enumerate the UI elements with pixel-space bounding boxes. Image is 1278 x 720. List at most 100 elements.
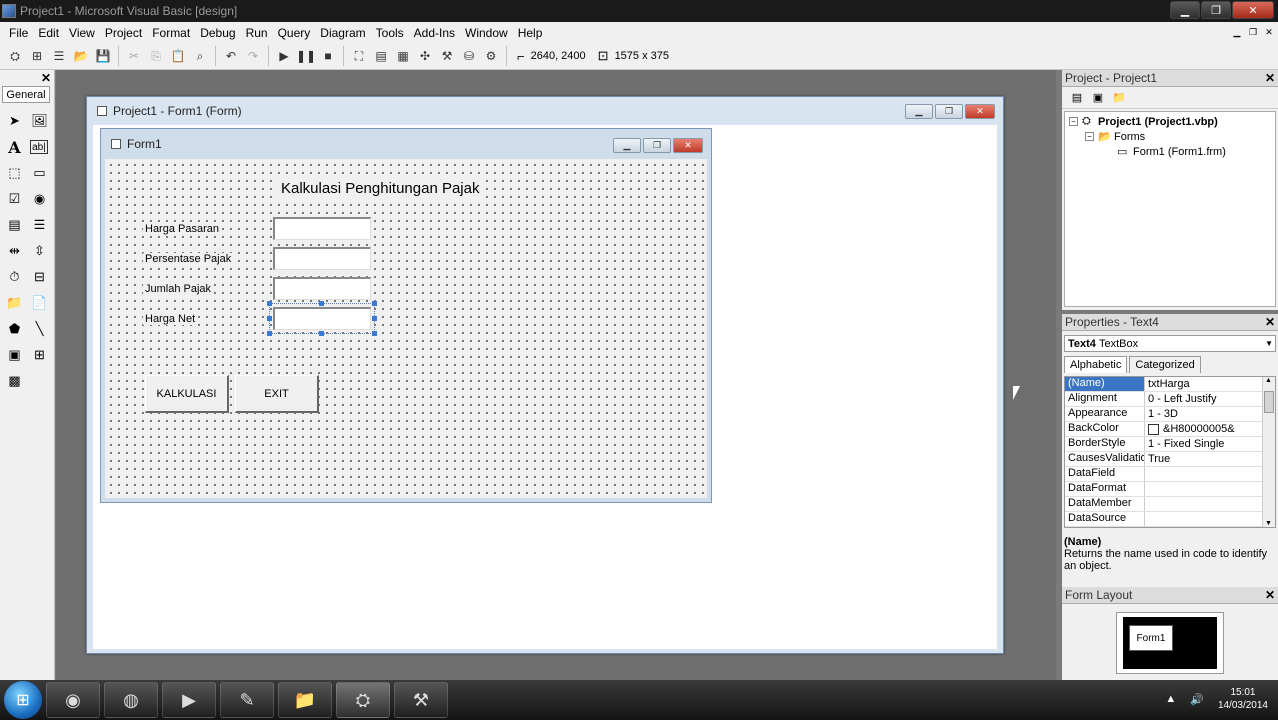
data-view-icon[interactable]: ⛁ [459,46,479,66]
property-row[interactable]: DataMember [1065,497,1275,512]
textbox-harga-net[interactable] [269,303,375,334]
break-icon[interactable]: ❚❚ [296,46,316,66]
undo-icon[interactable]: ↶ [221,46,241,66]
form1-minimize-button[interactable]: ▁ [613,138,641,153]
tab-alphabetic[interactable]: Alphabetic [1064,356,1128,373]
tool-icon[interactable]: ⚒ [394,682,448,718]
save-project-icon[interactable]: 💾 [93,46,113,66]
tab-categorized[interactable]: Categorized [1129,356,1201,373]
tree-node-project[interactable]: − ⛭ Project1 (Project1.vbp) [1065,114,1275,129]
designer-maximize-button[interactable]: ❐ [935,104,963,119]
media-player-icon[interactable]: ▶ [162,682,216,718]
property-row[interactable]: BorderStyle 1 - Fixed Single [1065,437,1275,452]
scroll-thumb[interactable] [1264,391,1274,413]
designer-close-button[interactable]: ✕ [965,104,995,119]
file-explorer-icon[interactable]: 📁 [278,682,332,718]
timer-tool-icon[interactable]: ⏱ [2,264,27,290]
hscrollbar-tool-icon[interactable]: ⇹ [2,238,27,264]
notepad-icon[interactable]: ✎ [220,682,274,718]
collapse-icon[interactable]: − [1085,132,1094,141]
view-object-icon[interactable]: ▣ [1089,90,1107,106]
dropdown-arrow-icon[interactable]: ▼ [1265,339,1273,348]
label-harga-net[interactable]: Harga Net [143,313,198,325]
textbox-tool-icon[interactable]: ab| [30,140,48,154]
property-row[interactable]: Appearance 1 - 3D [1065,407,1275,422]
frame-tool-icon[interactable]: ⬚ [2,160,27,186]
dirlistbox-tool-icon[interactable]: 📁 [2,290,27,316]
minimize-button[interactable]: ▁ [1170,1,1200,19]
form1-maximize-button[interactable]: ❐ [643,138,671,153]
form-position-preview[interactable]: Form1 [1129,625,1173,651]
collapse-icon[interactable]: − [1069,117,1078,126]
property-row[interactable]: (Name) txtHarga [1065,377,1275,392]
mdi-close-icon[interactable]: ✕ [1262,25,1276,39]
paste-icon[interactable]: 📋 [168,46,188,66]
add-form-icon[interactable]: ⊞ [27,46,47,66]
optionbutton-tool-icon[interactable]: ◉ [27,186,52,212]
menu-window[interactable]: Window [460,26,513,40]
property-row[interactable]: DataFormat [1065,482,1275,497]
firefox-icon[interactable]: ◉ [46,682,100,718]
properties-panel-close-icon[interactable]: ✕ [1265,315,1275,329]
exit-button[interactable]: EXIT [235,375,319,413]
filelistbox-tool-icon[interactable]: 📄 [27,290,52,316]
mdi-restore-icon[interactable]: ❐ [1246,25,1260,39]
start-icon[interactable]: ▶ [274,46,294,66]
resize-handle[interactable] [267,301,272,306]
end-icon[interactable]: ■ [318,46,338,66]
add-project-icon[interactable]: ⛭ [5,46,25,66]
property-row[interactable]: CausesValidation True [1065,452,1275,467]
open-project-icon[interactable]: 📂 [71,46,91,66]
menu-diagram[interactable]: Diagram [315,26,370,40]
volume-icon[interactable]: 🔊 [1190,693,1204,706]
show-hidden-icons-icon[interactable]: ▲ [1165,693,1176,705]
property-row[interactable]: DataSource [1065,512,1275,527]
image-tool-icon[interactable]: ▣ [2,342,27,368]
form1-close-button[interactable]: ✕ [673,138,703,153]
menu-view[interactable]: View [64,26,100,40]
properties-window-icon[interactable]: ▤ [371,46,391,66]
property-row[interactable]: BackColor &H80000005& [1065,422,1275,437]
resize-handle[interactable] [372,301,377,306]
kalkulasi-button[interactable]: KALKULASI [145,375,229,413]
form1-design-surface[interactable]: Kalkulasi Penghitungan Pajak Harga Pasar… [105,159,707,498]
checkbox-tool-icon[interactable]: ☑ [2,186,27,212]
close-button[interactable]: ✕ [1232,1,1274,19]
property-grid-scrollbar[interactable]: ▲ ▼ [1262,377,1275,527]
tree-node-forms[interactable]: − 📂 Forms [1065,129,1275,144]
menu-debug[interactable]: Debug [195,26,240,40]
toolbox-icon[interactable]: ⚒ [437,46,457,66]
resize-handle[interactable] [319,301,324,306]
resize-handle[interactable] [372,316,377,321]
project-panel-close-icon[interactable]: ✕ [1265,71,1275,85]
vscrollbar-tool-icon[interactable]: ⇳ [27,238,52,264]
textbox-jumlah-pajak[interactable] [273,277,371,300]
toolbox-close-icon[interactable]: ✕ [41,71,51,85]
menu-file[interactable]: File [4,26,33,40]
menu-editor-icon[interactable]: ☰ [49,46,69,66]
menu-project[interactable]: Project [100,26,147,40]
project-explorer-icon[interactable]: ⛶ [349,46,369,66]
property-row[interactable]: Alignment 0 - Left Justify [1065,392,1275,407]
property-row[interactable]: DataField [1065,467,1275,482]
resize-handle[interactable] [267,316,272,321]
label-persentase-pajak[interactable]: Persentase Pajak [143,253,234,265]
menu-add-ins[interactable]: Add-Ins [409,26,460,40]
textbox-harga-pasaran[interactable] [273,217,371,240]
menu-edit[interactable]: Edit [33,26,64,40]
commandbutton-tool-icon[interactable]: ▭ [27,160,52,186]
menu-format[interactable]: Format [147,26,195,40]
copy-icon[interactable]: ⎘ [146,46,166,66]
drivelistbox-tool-icon[interactable]: ⊟ [27,264,52,290]
form-layout-close-icon[interactable]: ✕ [1265,588,1275,602]
textbox-persentase-pajak[interactable] [273,247,371,270]
menu-query[interactable]: Query [273,26,316,40]
toggle-folders-icon[interactable]: 📁 [1110,90,1128,106]
maximize-button[interactable]: ❐ [1201,1,1231,19]
data-tool-icon[interactable]: ⊞ [27,342,52,368]
object-selector[interactable]: Text4 TextBox ▼ [1064,335,1276,352]
menu-run[interactable]: Run [241,26,273,40]
form-layout-icon[interactable]: ▦ [393,46,413,66]
menu-tools[interactable]: Tools [371,26,409,40]
label-harga-pasaran[interactable]: Harga Pasaran [143,223,221,235]
